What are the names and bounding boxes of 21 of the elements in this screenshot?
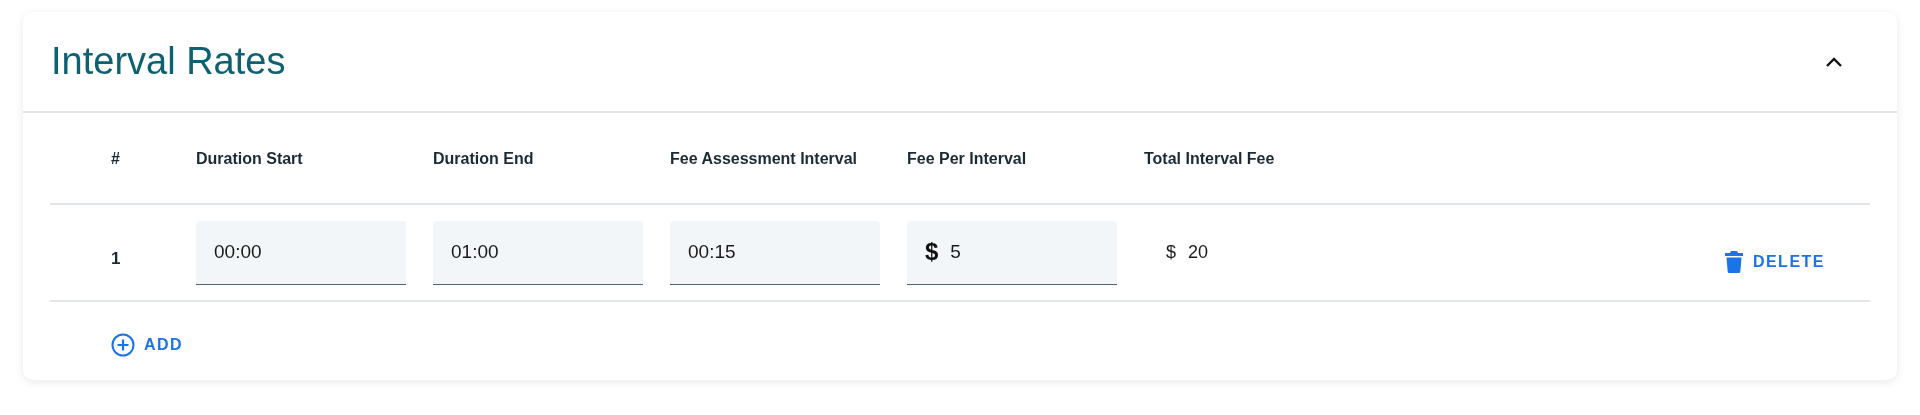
row-number: 1: [111, 247, 121, 269]
add-button[interactable]: ADD: [107, 329, 188, 361]
column-header: Duration Start: [196, 150, 303, 168]
column-header: Fee Assessment Interval: [670, 150, 858, 168]
plus-circle-icon: [111, 333, 135, 357]
column-header: Total Interval Fee: [1144, 150, 1275, 168]
trash-icon: [1724, 250, 1743, 273]
duration-end-field[interactable]: 01:00: [433, 220, 643, 285]
column-header: Fee Per Interval: [907, 150, 1027, 168]
column-header: Duration End: [433, 150, 534, 168]
fee-interval-field[interactable]: 00:15: [670, 220, 880, 285]
delete-button[interactable]: DELETE: [1720, 246, 1829, 277]
field-value: 5: [950, 241, 961, 263]
total-fee: 20: [1188, 242, 1209, 263]
currency-symbol: $: [925, 238, 939, 266]
duration-start-field[interactable]: 00:00: [196, 220, 406, 285]
chevron-up-icon: [1825, 55, 1843, 68]
fee-per-interval-field[interactable]: $ 5: [907, 220, 1117, 285]
column-header: #: [111, 150, 120, 168]
section-title: Interval Rates: [51, 40, 286, 83]
currency-symbol: $: [1166, 242, 1176, 263]
